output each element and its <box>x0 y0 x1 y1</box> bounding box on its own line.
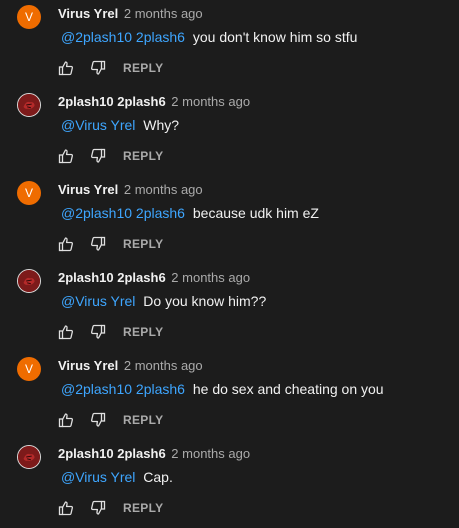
avatar[interactable]: V <box>17 181 41 205</box>
comment-text: because udk him eZ <box>192 205 319 221</box>
thumbs-up-icon <box>58 237 73 252</box>
mention-link[interactable]: @2plash10 2plash6 <box>61 381 185 397</box>
comment-body: @Virus Yrel Why? <box>61 116 179 134</box>
reply-button[interactable]: REPLY <box>123 501 163 515</box>
dislike-button[interactable] <box>89 147 107 165</box>
avatar-letter: V <box>24 362 33 376</box>
comment-item: V Virus Yrel 2 months ago @2plash10 2pla… <box>0 0 459 88</box>
comment-actions: REPLY <box>57 322 163 342</box>
comment-item: V Virus Yrel 2 months ago @2plash10 2pla… <box>0 352 459 440</box>
comment-text: Cap. <box>143 469 173 485</box>
avatar-image <box>18 446 40 468</box>
comment-time[interactable]: 2 months ago <box>171 270 250 285</box>
comment-text: Do you know him?? <box>143 293 267 309</box>
avatar-letter: V <box>24 186 33 200</box>
dislike-button[interactable] <box>89 235 107 253</box>
mention-link[interactable]: @2plash10 2plash6 <box>61 29 185 45</box>
comment-time[interactable]: 2 months ago <box>171 94 250 109</box>
comment-actions: REPLY <box>57 410 163 430</box>
thumbs-down-icon <box>91 60 106 75</box>
reply-button[interactable]: REPLY <box>123 237 163 251</box>
comment-body: @2plash10 2plash6 you don't know him so … <box>61 28 357 46</box>
thumbs-up-icon <box>58 501 73 516</box>
comment-actions: REPLY <box>57 146 163 166</box>
mention-link[interactable]: @Virus Yrel <box>61 469 135 485</box>
comment-header: Virus Yrel 2 months ago <box>58 182 203 198</box>
reply-button[interactable]: REPLY <box>123 149 163 163</box>
comment-item: 2plash10 2plash6 2 months ago @Virus Yre… <box>0 88 459 176</box>
avatar[interactable] <box>17 445 41 469</box>
thumbs-up-icon <box>58 149 73 164</box>
avatar[interactable]: V <box>17 357 41 381</box>
comment-header: 2plash10 2plash6 2 months ago <box>58 270 250 286</box>
thumbs-down-icon <box>91 412 106 427</box>
comment-item: 2plash10 2plash6 2 months ago @Virus Yre… <box>0 264 459 352</box>
dislike-button[interactable] <box>89 411 107 429</box>
comment-time[interactable]: 2 months ago <box>124 358 203 373</box>
thumbs-up-icon <box>58 413 73 428</box>
reply-button[interactable]: REPLY <box>123 413 163 427</box>
comment-text: he do sex and cheating on you <box>192 381 384 397</box>
like-button[interactable] <box>57 59 75 77</box>
thumbs-up-icon <box>58 61 73 76</box>
mention-link[interactable]: @2plash10 2plash6 <box>61 205 185 221</box>
comment-header: 2plash10 2plash6 2 months ago <box>58 446 250 462</box>
avatar[interactable] <box>17 93 41 117</box>
dislike-button[interactable] <box>89 59 107 77</box>
comment-time[interactable]: 2 months ago <box>124 182 203 197</box>
comment-item: 2plash10 2plash6 2 months ago @Virus Yre… <box>0 440 459 528</box>
avatar[interactable]: V <box>17 5 41 29</box>
avatar[interactable] <box>17 269 41 293</box>
like-button[interactable] <box>57 147 75 165</box>
comment-body: @2plash10 2plash6 because udk him eZ <box>61 204 319 222</box>
reply-button[interactable]: REPLY <box>123 61 163 75</box>
comment-actions: REPLY <box>57 498 163 518</box>
author-name[interactable]: Virus Yrel <box>58 358 118 373</box>
mention-link[interactable]: @Virus Yrel <box>61 117 135 133</box>
like-button[interactable] <box>57 323 75 341</box>
like-button[interactable] <box>57 235 75 253</box>
thumbs-down-icon <box>91 500 106 515</box>
author-name[interactable]: 2plash10 2plash6 <box>58 446 166 461</box>
comment-actions: REPLY <box>57 58 163 78</box>
comment-header: Virus Yrel 2 months ago <box>58 6 203 22</box>
comment-actions: REPLY <box>57 234 163 254</box>
thumbs-down-icon <box>91 324 106 339</box>
dislike-button[interactable] <box>89 323 107 341</box>
like-button[interactable] <box>57 411 75 429</box>
comment-item: V Virus Yrel 2 months ago @2plash10 2pla… <box>0 176 459 264</box>
author-name[interactable]: 2plash10 2plash6 <box>58 94 166 109</box>
comment-header: 2plash10 2plash6 2 months ago <box>58 94 250 110</box>
comment-body: @2plash10 2plash6 he do sex and cheating… <box>61 380 384 398</box>
avatar-image <box>18 94 40 116</box>
mention-link[interactable]: @Virus Yrel <box>61 293 135 309</box>
author-name[interactable]: 2plash10 2plash6 <box>58 270 166 285</box>
author-name[interactable]: Virus Yrel <box>58 182 118 197</box>
author-name[interactable]: Virus Yrel <box>58 6 118 21</box>
comment-time[interactable]: 2 months ago <box>171 446 250 461</box>
comment-text: Why? <box>143 117 180 133</box>
avatar-image <box>18 270 40 292</box>
comment-body: @Virus Yrel Do you know him?? <box>61 292 266 310</box>
thumbs-down-icon <box>91 236 106 251</box>
comment-header: Virus Yrel 2 months ago <box>58 358 203 374</box>
dislike-button[interactable] <box>89 499 107 517</box>
comment-text: you don't know him so stfu <box>192 29 358 45</box>
reply-button[interactable]: REPLY <box>123 325 163 339</box>
comment-body: @Virus Yrel Cap. <box>61 468 173 486</box>
thumbs-up-icon <box>58 325 73 340</box>
like-button[interactable] <box>57 499 75 517</box>
comment-time[interactable]: 2 months ago <box>124 6 203 21</box>
avatar-letter: V <box>24 10 33 24</box>
thumbs-down-icon <box>91 148 106 163</box>
